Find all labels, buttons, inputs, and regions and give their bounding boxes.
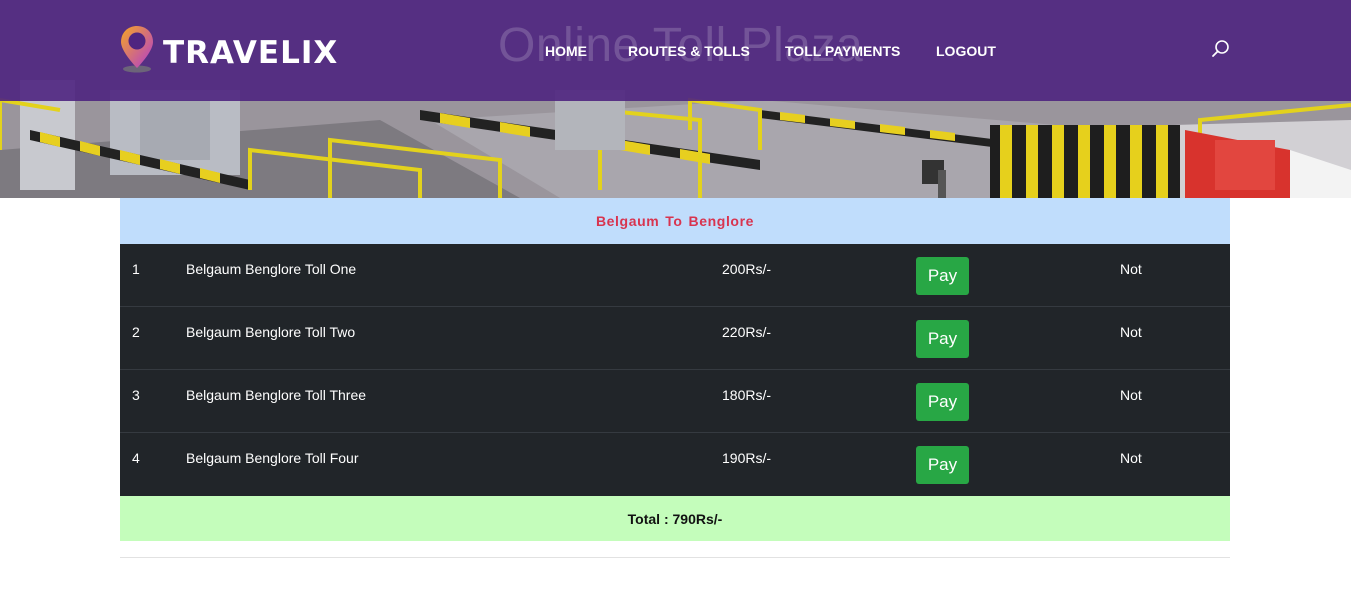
toll-number: 3 — [132, 387, 140, 403]
brand-name: TRAVELIX — [163, 35, 339, 71]
table-row: 3 Belgaum Benglore Toll Three 180Rs/- Pa… — [120, 370, 1230, 433]
hero-banner: Online Toll Plaza TRAVELIX HOME ROUTES &… — [0, 0, 1351, 198]
toll-name: Belgaum Benglore Toll Four — [186, 450, 359, 466]
table-row: 1 Belgaum Benglore Toll One 200Rs/- Pay … — [120, 244, 1230, 307]
toll-name: Belgaum Benglore Toll Three — [186, 387, 367, 403]
route-header: Belgaum To Benglore — [120, 198, 1230, 244]
map-pin-logo-icon — [121, 26, 153, 73]
table-row: 4 Belgaum Benglore Toll Four 190Rs/- Pay… — [120, 433, 1230, 496]
route-joiner: To — [665, 213, 683, 229]
total-row: Total : 790Rs/- — [120, 496, 1230, 541]
route-from: Belgaum — [595, 213, 660, 229]
nav-home-link[interactable]: HOME — [545, 43, 587, 59]
nav-routes-tolls-link[interactable]: ROUTES & TOLLS — [628, 43, 750, 59]
toll-rows: 1 Belgaum Benglore Toll One 200Rs/- Pay … — [120, 244, 1230, 496]
pay-button[interactable]: Pay — [916, 320, 969, 358]
route-to: Benglore — [688, 213, 755, 229]
payment-status: Not — [1120, 387, 1142, 403]
toll-number: 4 — [132, 450, 140, 466]
pay-button[interactable]: Pay — [916, 257, 969, 295]
toll-name: Belgaum Benglore Toll Two — [186, 324, 356, 340]
payment-status: Not — [1120, 324, 1142, 340]
pay-button[interactable]: Pay — [916, 383, 969, 421]
toll-price: 200Rs/- — [722, 261, 772, 277]
brand-logo-link[interactable]: TRAVELIX — [119, 24, 338, 74]
toll-table: Belgaum To Benglore 1 Belgaum Benglore T… — [120, 198, 1230, 541]
toll-number: 1 — [132, 261, 140, 277]
toll-price: 190Rs/- — [722, 450, 772, 466]
search-icon[interactable] — [1210, 38, 1232, 60]
table-row: 2 Belgaum Benglore Toll Two 220Rs/- Pay … — [120, 307, 1230, 370]
toll-price: 220Rs/- — [722, 324, 772, 340]
toll-number: 2 — [132, 324, 140, 340]
divider — [120, 557, 1230, 558]
toll-price: 180Rs/- — [722, 387, 772, 403]
nav-logout-link[interactable]: LOGOUT — [936, 43, 996, 59]
nav-toll-payments-link[interactable]: TOLL PAYMENTS — [785, 43, 900, 59]
total-amount: Total : 790Rs/- — [627, 510, 723, 527]
navbar: Online Toll Plaza TRAVELIX HOME ROUTES &… — [0, 0, 1351, 101]
payment-status: Not — [1120, 450, 1142, 466]
pay-button[interactable]: Pay — [916, 446, 969, 484]
payment-status: Not — [1120, 261, 1142, 277]
toll-name: Belgaum Benglore Toll One — [186, 261, 357, 277]
